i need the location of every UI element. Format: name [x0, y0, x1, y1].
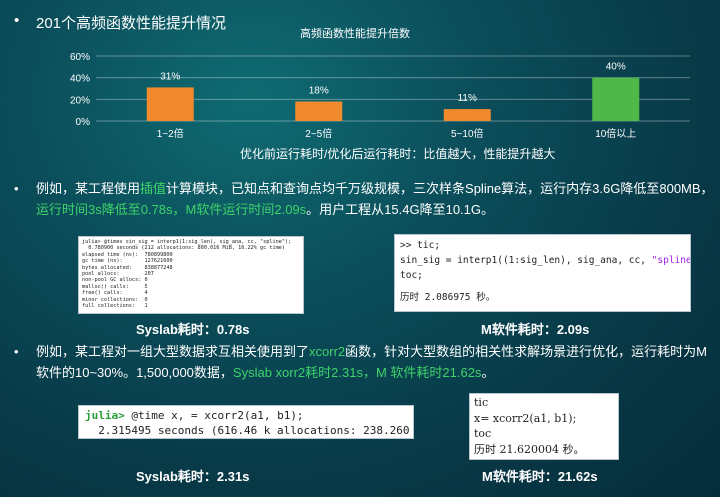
- code-line: >> tic;: [400, 240, 441, 251]
- code-line: 2.315495 seconds (616.46 k allocations: …: [85, 424, 414, 437]
- y-tick-label: 60%: [70, 52, 90, 63]
- code-line: x= xcorr2(a1, b1);: [474, 411, 577, 425]
- x-tick-label: 10倍以上: [595, 127, 636, 140]
- bar-value-label: 18%: [309, 86, 329, 97]
- y-tick-label: 20%: [70, 95, 90, 106]
- julia-xcorr2-screenshot: julia> @time x, = xcorr2(a1, b1); 2.3154…: [78, 405, 414, 439]
- paragraph-interp: • 例如，某工程使用插值计算模块，已知点和查询点均千万级规模，三次样条Splin…: [14, 178, 714, 220]
- chart-title: 高频函数性能提升倍数: [300, 28, 410, 40]
- bar-value-label: 31%: [160, 71, 180, 82]
- para2-highlight-time: Syslab xorr2耗时2.31s，M 软件耗时21.62s: [232, 365, 482, 380]
- para2-highlight-xcorr2: xcorr2: [309, 344, 346, 359]
- bar: [295, 101, 343, 121]
- m-software-time-caption: M软件耗时：21.62s: [482, 469, 598, 484]
- m-software-interp-screenshot: >> tic; sin_sig = interp1((1:sig_len), s…: [394, 234, 691, 312]
- bar: [146, 87, 194, 121]
- para2-text-3: 。: [481, 365, 495, 380]
- bar: [443, 109, 491, 121]
- para1-text-1: 例如，某工程使用: [36, 181, 141, 196]
- para1-text-3: 。用户工程从15.4G降至10.1G。: [306, 202, 494, 217]
- code-string: "spline": [651, 255, 690, 266]
- code-line: tic: [474, 396, 489, 409]
- code-line: full collections: 1: [82, 303, 148, 310]
- heading-text: 201个高频函数性能提升情况: [36, 15, 227, 32]
- x-tick-label: 2~5倍: [305, 127, 332, 140]
- julia-prompt: julia>: [85, 409, 125, 422]
- para1-highlight-interp: 插值: [140, 181, 167, 196]
- para1-text-2: 计算模块，已知点和查询点均千万级规模，三次样条Spline算法，运行内存3.6G…: [166, 181, 714, 196]
- chart-caption: 优化前运行耗时/优化后运行耗时：比值越大，性能提升越大: [240, 147, 556, 161]
- code-line: 0.780900 seconds (212 allocations: 800.0…: [82, 245, 286, 252]
- bullet-dot: •: [14, 181, 19, 196]
- code-line: julia> @time x, = xcorr2(a1, b1);: [85, 408, 407, 423]
- elapsed-time-line: 历时 2.086975 秒。: [400, 292, 496, 303]
- bar: [592, 77, 640, 121]
- syslab-time-caption: Syslab耗时：0.78s: [136, 322, 250, 337]
- syslab-time-caption: Syslab耗时：2.31s: [136, 469, 250, 484]
- m-software-xcorr2-screenshot: tic x= xcorr2(a1, b1); toc 历时 21.620004 …: [469, 393, 619, 460]
- x-tick-label: 5~10倍: [451, 127, 484, 140]
- bar-value-label: 11%: [458, 93, 477, 104]
- m-software-time-caption: M软件耗时：2.09s: [481, 322, 590, 337]
- y-tick-label: 0%: [76, 117, 91, 128]
- bullet-dot: •: [14, 12, 20, 29]
- para2-text-1: 例如，某工程对一组大型数据求互相关使用到了: [36, 344, 310, 359]
- code-line: toc: [474, 427, 492, 440]
- code-line: sin_sig = interp1((1:sig_len), sig_ana, …: [400, 253, 690, 268]
- code-segment: sin_sig = interp1((1:sig_len), sig_ana, …: [400, 255, 652, 266]
- x-tick-label: 1~2倍: [157, 127, 184, 140]
- code-line: toc;: [400, 270, 423, 281]
- elapsed-time-line: 历时 21.620004 秒。: [474, 442, 585, 456]
- julia-timev-screenshot: julia> @timev sin_sig = interp1(1:sig_le…: [78, 236, 304, 314]
- para1-highlight-time: 运行时间3s降低至0.78s，M软件运行时间2.09s: [36, 202, 307, 217]
- paragraph-xcorr2: • 例如，某工程对一组大型数据求互相关使用到了xcorr2函数，针对大型数组的相…: [14, 341, 714, 383]
- bullet-dot: •: [14, 344, 19, 359]
- bar-value-label: 40%: [606, 62, 626, 73]
- code-command: @time x, = xcorr2(a1, b1);: [124, 409, 304, 422]
- y-tick-label: 40%: [70, 74, 90, 85]
